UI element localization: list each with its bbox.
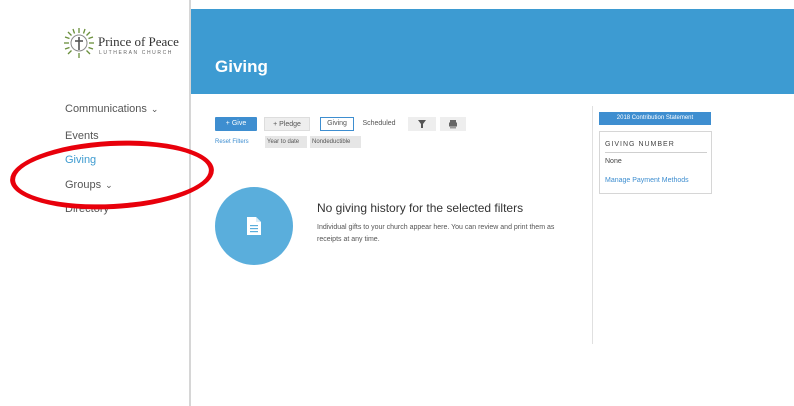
tab-scheduled[interactable]: Scheduled <box>357 117 401 131</box>
divider <box>605 152 707 153</box>
give-button[interactable]: + Give <box>215 117 257 131</box>
sidebar-item-communications[interactable]: Communications ⌄ <box>65 103 158 115</box>
filter-icon <box>418 120 426 128</box>
giving-number-card: GIVING NUMBER None Manage Payment Method… <box>599 131 712 194</box>
filter-chip-nondeductible[interactable]: Nondeductible <box>310 136 361 148</box>
sidebar-item-label: Events <box>65 130 99 142</box>
reset-filters-link[interactable]: Reset Filters <box>215 136 249 148</box>
church-subtitle: LUTHERAN CHURCH <box>99 50 174 56</box>
giving-number-heading: GIVING NUMBER <box>605 141 675 148</box>
filter-chip-year-to-date[interactable]: Year to date <box>265 136 307 148</box>
page-title: Giving <box>215 57 268 76</box>
church-logo[interactable]: Prince of Peace LUTHERAN CHURCH <box>62 24 182 60</box>
empty-state-illustration <box>215 187 293 265</box>
giving-number-value: None <box>605 158 622 165</box>
tab-giving[interactable]: Giving <box>320 117 354 131</box>
sidebar-item-label: Communications <box>65 103 147 115</box>
empty-state-title: No giving history for the selected filte… <box>317 201 524 215</box>
pledge-button[interactable]: + Pledge <box>264 117 310 131</box>
church-name: Prince of Peace <box>98 34 179 49</box>
print-icon <box>449 120 457 129</box>
chevron-down-icon: ⌄ <box>150 104 159 114</box>
empty-state-description: Individual gifts to your church appear h… <box>317 224 555 243</box>
cross-sunburst-icon <box>64 28 94 58</box>
document-icon <box>247 217 261 235</box>
sidebar-item-events[interactable]: Events <box>65 130 99 142</box>
filter-button[interactable] <box>408 117 436 131</box>
right-panel-divider <box>592 106 593 344</box>
manage-payment-methods-link[interactable]: Manage Payment Methods <box>605 177 689 184</box>
print-button[interactable] <box>440 117 466 131</box>
contribution-statement-button[interactable]: 2018 Contribution Statement <box>599 112 711 125</box>
page-header: Giving <box>191 9 794 94</box>
